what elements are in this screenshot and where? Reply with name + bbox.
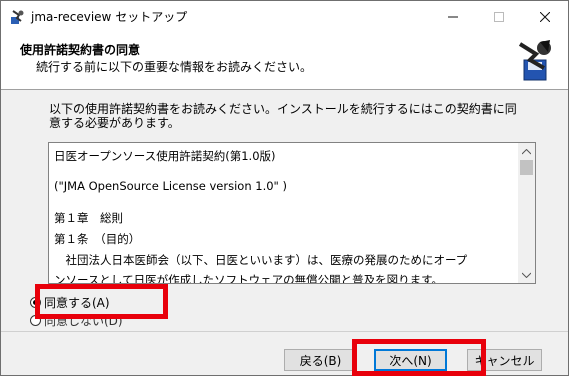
license-line: ンソースとして日医が作成したソフトウェアの無償公開と普及を図ります。: [54, 273, 443, 284]
scroll-down-button[interactable]: [518, 266, 535, 283]
cancel-button[interactable]: キャンセル: [467, 349, 542, 371]
license-line: 第１章 総則: [54, 211, 123, 225]
chevron-up-icon: [522, 148, 531, 154]
chevron-down-icon: [522, 272, 531, 278]
setup-app-icon: [11, 9, 24, 24]
license-line: ("JMA OpenSource License version 1.0" ): [54, 179, 287, 193]
wizard-header: 使用許諾契約書の同意 続行する前に以下の重要な情報をお読みください。: [1, 32, 568, 90]
agree-label[interactable]: 同意する(A): [44, 294, 110, 311]
agree-radio[interactable]: [30, 297, 41, 308]
window-title: jma-receview セットアップ: [31, 10, 188, 24]
scroll-thumb[interactable]: [520, 160, 533, 175]
close-button[interactable]: [522, 1, 568, 32]
license-textbox[interactable]: 日医オープンソース使用許諾契約(第1.0版) ("JMA OpenSource …: [48, 142, 536, 284]
scroll-up-button[interactable]: [518, 143, 535, 160]
next-button[interactable]: 次へ(N): [374, 349, 447, 371]
title-bar: jma-receview セットアップ: [1, 1, 568, 32]
agree-radio-option[interactable]: 同意する(A): [30, 294, 110, 311]
license-scrollbar[interactable]: [518, 143, 535, 283]
disagree-label[interactable]: 同意しない(D): [44, 312, 123, 329]
license-line: 第１条 （目的）: [54, 232, 141, 246]
license-line: 日医オープンソース使用許諾契約(第1.0版): [54, 149, 276, 163]
disagree-radio-option[interactable]: 同意しない(D): [30, 312, 123, 329]
intro-text: 以下の使用許諾契約書をお読みください。インストールを続行するにはこの契約書に同意…: [49, 102, 517, 130]
installer-icon: [518, 40, 551, 81]
setup-window: jma-receview セットアップ 使用許諾契約書の同意 続行する前に以下の…: [0, 0, 569, 376]
page-subtitle: 続行する前に以下の重要な情報をお読みください。: [36, 60, 313, 74]
disagree-radio[interactable]: [30, 315, 41, 326]
back-button[interactable]: 戻る(B): [284, 349, 357, 371]
license-line: 社団法人日本医師会（以下、日医といいます）は、医療の発展のためにオープ: [54, 253, 468, 267]
minimize-icon: [448, 16, 458, 17]
maximize-button[interactable]: [476, 1, 522, 32]
footer-divider: [1, 331, 568, 332]
minimize-button[interactable]: [430, 1, 476, 32]
maximize-icon: [494, 11, 504, 22]
page-title: 使用許諾契約書の同意: [20, 43, 141, 57]
close-icon: [540, 11, 550, 22]
